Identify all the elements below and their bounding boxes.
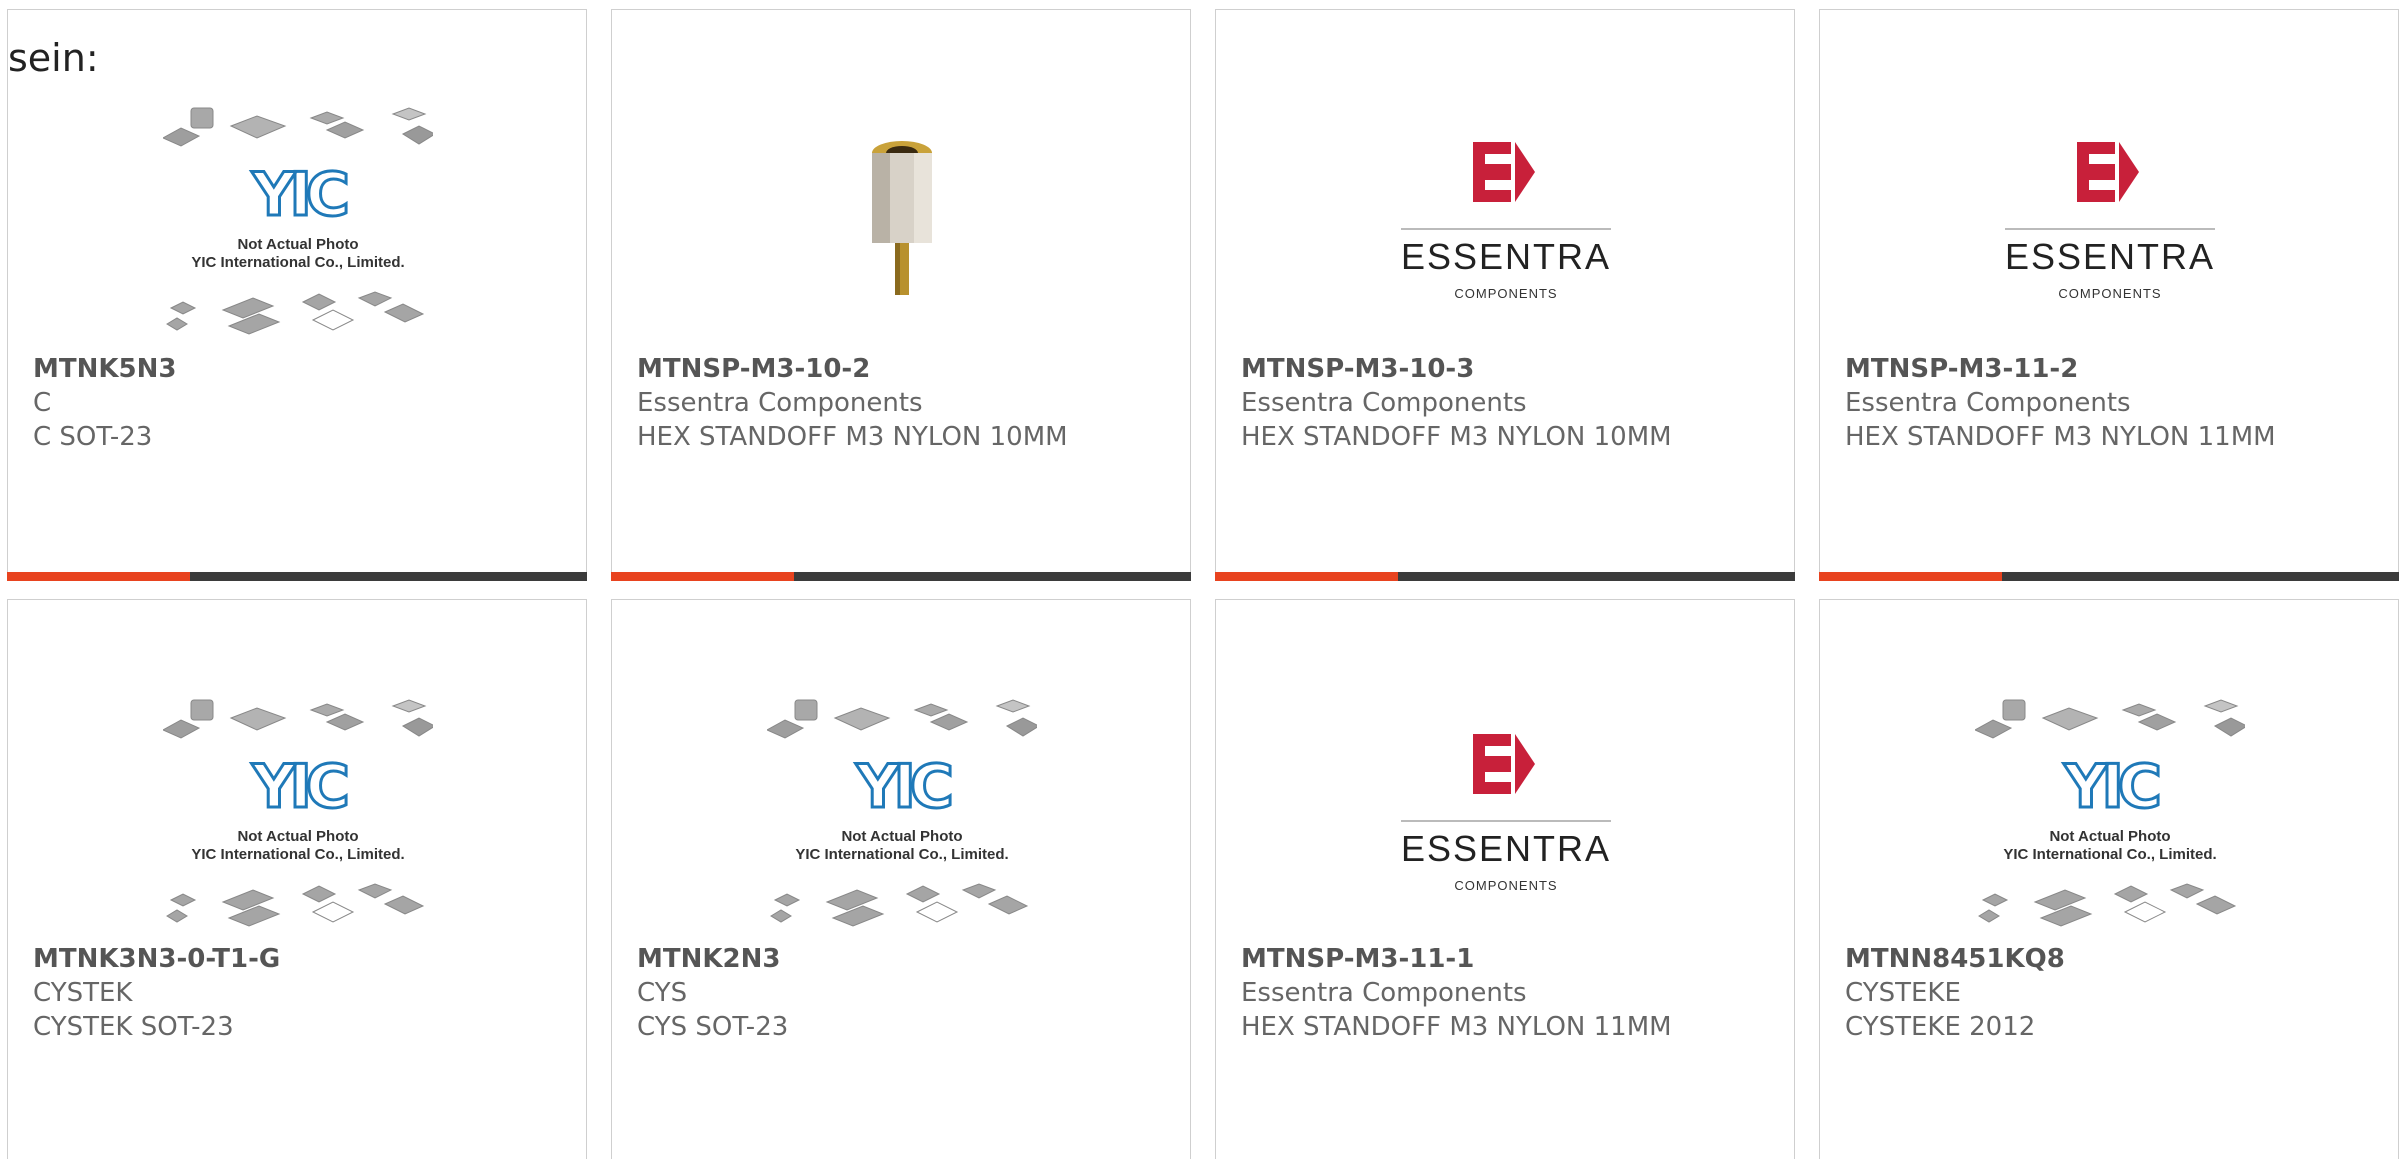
product-thumbnail[interactable]: YIC Not Actual Photo YIC International C…	[1960, 682, 2260, 950]
essentra-logo-image: ESSENTRA COMPONENTS	[1401, 732, 1611, 900]
product-thumbnail[interactable]: ESSENTRA COMPONENTS	[1356, 90, 1656, 358]
description: HEX STANDOFF M3 NYLON 10MM	[1241, 422, 1672, 452]
logo-rule	[1401, 820, 1611, 822]
product-card[interactable]: YIC Not Actual Photo YIC International C…	[7, 599, 587, 1159]
essentra-sub: COMPONENTS	[2058, 286, 2162, 301]
placeholder-caption: Not Actual Photo YIC International Co., …	[2003, 828, 2217, 863]
card-accent-bar	[7, 572, 587, 581]
description: CYSTEK SOT-23	[33, 1012, 234, 1042]
product-card[interactable]: ESSENTRA COMPONENTS MTNSP-M3-11-1 Essentr…	[1215, 599, 1795, 1159]
placeholder-caption: Not Actual Photo YIC International Co., …	[795, 828, 1009, 863]
part-number[interactable]: MTNSP-M3-11-2	[1845, 352, 2388, 386]
page-label: sein:	[8, 36, 99, 80]
description: HEX STANDOFF M3 NYLON 11MM	[1241, 1012, 1672, 1042]
essentra-brand: ESSENTRA	[1401, 236, 1612, 277]
description: HEX STANDOFF M3 NYLON 10MM	[637, 422, 1068, 452]
product-thumbnail[interactable]: ESSENTRA COMPONENTS	[1356, 682, 1656, 950]
manufacturer: CYSTEKE	[1845, 978, 1961, 1008]
product-info: MTNK3N3-0-T1-G CYSTEK CYSTEK SOT-23	[33, 942, 576, 1044]
part-number[interactable]: MTNSP-M3-10-2	[637, 352, 1180, 386]
essentra-brand: ESSENTRA	[1401, 828, 1612, 869]
product-info: MTNK5N3 C C SOT-23	[33, 352, 576, 454]
manufacturer: C	[33, 388, 52, 418]
hex-standoff-icon	[872, 141, 932, 295]
product-thumbnail[interactable]: ESSENTRA COMPONENTS	[1960, 90, 2260, 358]
product-info: MTNSP-M3-10-2 Essentra Components HEX STAN…	[637, 352, 1180, 454]
chip-packages-icon	[166, 291, 425, 335]
yic-logo: YIC	[855, 751, 956, 824]
manufacturer: Essentra Components	[1845, 388, 2131, 418]
chip-packages-icon	[163, 107, 433, 147]
essentra-sub: COMPONENTS	[1454, 286, 1558, 301]
manufacturer: CYSTEK	[33, 978, 133, 1008]
placeholder-caption: Not Actual Photo YIC International Co., …	[191, 236, 405, 271]
essentra-logo-image: ESSENTRA COMPONENTS	[1401, 140, 1611, 308]
chip-packages-icon	[1978, 883, 2237, 927]
part-number[interactable]: MTNK5N3	[33, 352, 576, 386]
product-card[interactable]: MTNSP-M3-10-2 Essentra Components HEX STAN…	[611, 9, 1191, 581]
chip-packages-icon	[770, 883, 1029, 927]
product-thumbnail[interactable]: YIC Not Actual Photo YIC International C…	[148, 90, 448, 358]
product-card[interactable]: YIC Not Actual Photo YIC International C…	[7, 9, 587, 581]
product-info: MTNSP-M3-11-1 Essentra Components HEX STAN…	[1241, 942, 1784, 1044]
part-number[interactable]: MTNK2N3	[637, 942, 1180, 976]
part-number[interactable]: MTNN8451KQ8	[1845, 942, 2388, 976]
product-image-placeholder: YIC Not Actual Photo YIC International C…	[767, 696, 1037, 936]
chip-packages-icon	[1975, 699, 2245, 739]
manufacturer: Essentra Components	[637, 388, 923, 418]
product-info: MTNK2N3 CYS CYS SOT-23	[637, 942, 1180, 1044]
product-info: MTNSP-M3-10-3 Essentra Components HEX STAN…	[1241, 352, 1784, 454]
product-card[interactable]: ESSENTRA COMPONENTS MTNSP-M3-10-3 Essentr…	[1215, 9, 1795, 581]
product-image-placeholder: YIC Not Actual Photo YIC International C…	[1975, 696, 2245, 936]
manufacturer: CYS	[637, 978, 688, 1008]
product-image-placeholder: YIC Not Actual Photo YIC International C…	[163, 104, 433, 344]
manufacturer: Essentra Components	[1241, 388, 1527, 418]
manufacturer: Essentra Components	[1241, 978, 1527, 1008]
placeholder-caption: Not Actual Photo YIC International Co., …	[191, 828, 405, 863]
chip-packages-icon	[767, 699, 1037, 739]
yic-logo: YIC	[251, 159, 352, 232]
description: C SOT-23	[33, 422, 153, 452]
description: CYSTEKE 2012	[1845, 1012, 2036, 1042]
chip-packages-icon	[166, 883, 425, 927]
yic-logo: YIC	[2063, 751, 2164, 824]
product-info: MTNN8451KQ8 CYSTEKE CYSTEKE 2012	[1845, 942, 2388, 1044]
product-card[interactable]: ESSENTRA COMPONENTS MTNSP-M3-11-2 Essentr…	[1819, 9, 2399, 581]
part-number[interactable]: MTNSP-M3-11-1	[1241, 942, 1784, 976]
essentra-mark-icon	[1473, 142, 1535, 202]
logo-rule	[2005, 228, 2215, 230]
product-info: MTNSP-M3-11-2 Essentra Components HEX STAN…	[1845, 352, 2388, 454]
product-card[interactable]: YIC Not Actual Photo YIC International C…	[1819, 599, 2399, 1159]
product-thumbnail[interactable]	[752, 90, 1052, 358]
card-accent-bar	[1215, 572, 1795, 581]
essentra-mark-icon	[1473, 734, 1535, 794]
part-number[interactable]: MTNK3N3-0-T1-G	[33, 942, 576, 976]
product-card[interactable]: YIC Not Actual Photo YIC International C…	[611, 599, 1191, 1159]
logo-rule	[1401, 228, 1611, 230]
product-image-placeholder: YIC Not Actual Photo YIC International C…	[163, 696, 433, 936]
product-grid: YIC Not Actual Photo YIC International C…	[7, 9, 2399, 1159]
card-accent-bar	[1819, 572, 2399, 581]
product-thumbnail[interactable]: YIC Not Actual Photo YIC International C…	[752, 682, 1052, 950]
card-accent-bar	[611, 572, 1191, 581]
essentra-sub: COMPONENTS	[1454, 878, 1558, 893]
description: CYS SOT-23	[637, 1012, 789, 1042]
description: HEX STANDOFF M3 NYLON 11MM	[1845, 422, 2276, 452]
essentra-mark-icon	[2077, 142, 2139, 202]
part-number[interactable]: MTNSP-M3-10-3	[1241, 352, 1784, 386]
yic-logo: YIC	[251, 751, 352, 824]
essentra-logo-image: ESSENTRA COMPONENTS	[2005, 140, 2215, 308]
product-thumbnail[interactable]: YIC Not Actual Photo YIC International C…	[148, 682, 448, 950]
chip-packages-icon	[163, 699, 433, 739]
essentra-brand: ESSENTRA	[2005, 236, 2216, 277]
